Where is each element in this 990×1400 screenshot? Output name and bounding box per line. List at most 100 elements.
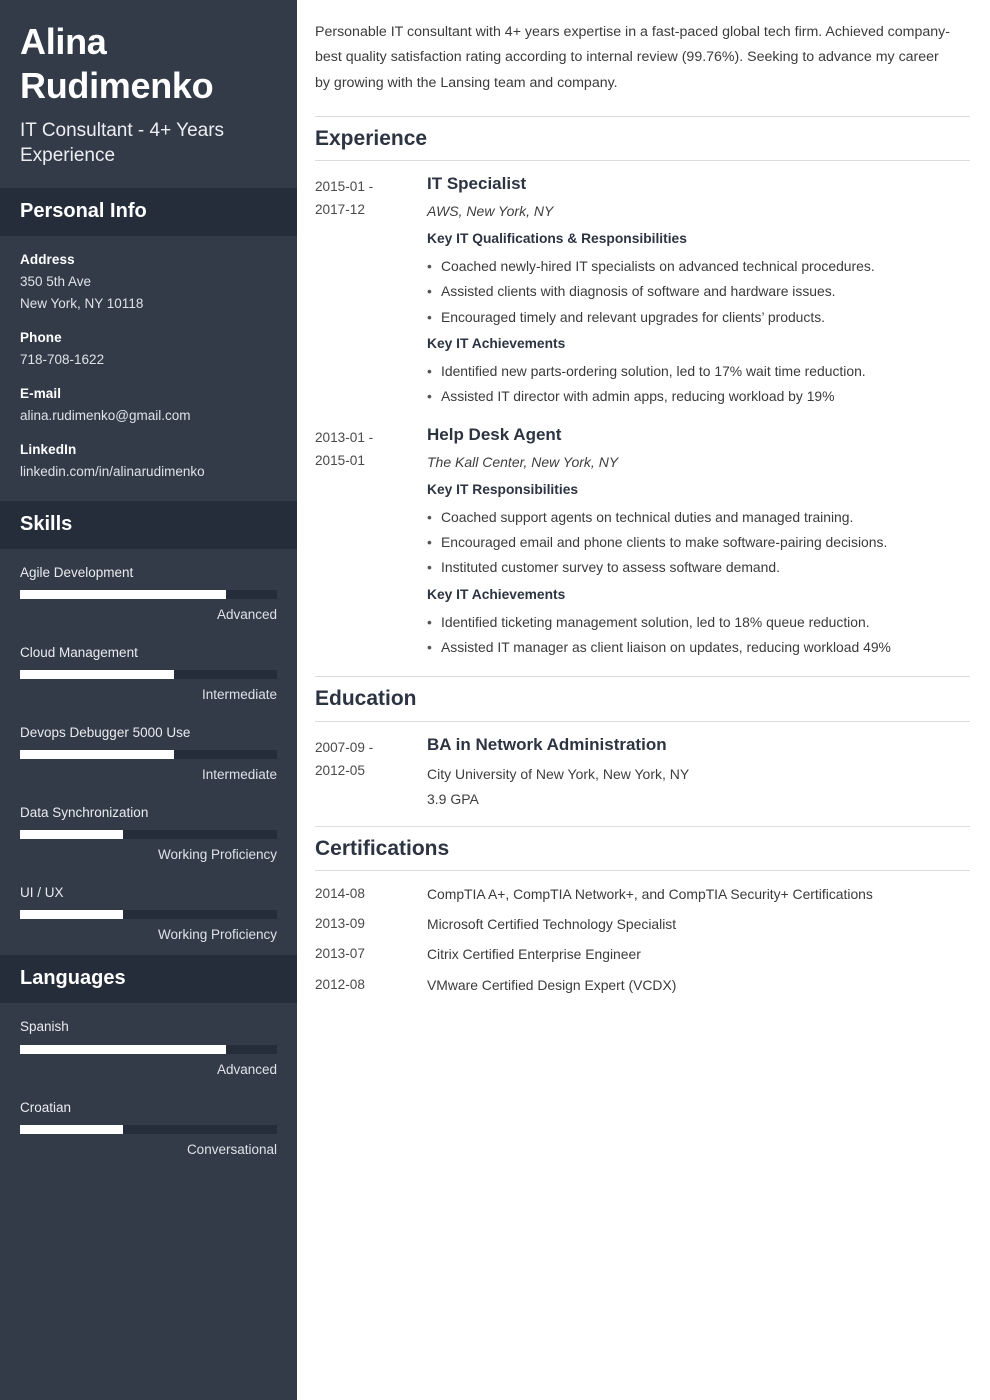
page-title: Alina Rudimenko: [20, 21, 214, 106]
meter-label: Devops Debugger 5000 Use: [20, 724, 191, 740]
certification-row: 2013-07 Citrix Certified Enterprise Engin…: [315, 943, 970, 965]
sub-heading: Key IT Achievements: [427, 586, 566, 602]
bullet-item: Identified ticketing management solution…: [427, 610, 970, 636]
meter-level: Advanced: [216, 606, 277, 622]
entry-body: BA in Network Administration City Univers…: [427, 734, 970, 812]
certification-name: Citrix Certified Enterprise Engineer: [427, 946, 641, 963]
certifications-list: 2014-08 CompTIA A+, CompTIA Network+, and…: [315, 883, 970, 996]
meter-fill: [20, 750, 175, 760]
entry-date-start: 2013-01 -: [315, 429, 374, 445]
certification-date: 2012-08: [315, 976, 365, 992]
info-group: Address 350 5th Ave New York, NY 10118: [20, 250, 277, 314]
employer-line: The Kall Center, New York, NY: [427, 453, 619, 470]
experience-entries: 2015-01 - 2017-12 IT Specialist AWS, New Yo…: [315, 173, 970, 662]
experience-entry: 2013-01 - 2015-01 Help Desk Agent The Kall …: [315, 424, 970, 663]
meter-track: [20, 1044, 277, 1054]
meter-fill: [20, 910, 123, 920]
certification-name: CompTIA A+, CompTIA Network+, and CompTI…: [427, 885, 873, 902]
job-title: IT Consultant - 4+ Years Experience: [20, 119, 225, 167]
sub-heading: Key IT Achievements: [427, 336, 566, 352]
meter-level: Working Proficiency: [157, 927, 277, 943]
main-content: Personable IT consultant with 4+ years e…: [297, 0, 990, 1400]
entry-date-end: 2012-05: [315, 763, 365, 779]
bullet-item: Assisted IT manager as client liaison on…: [427, 635, 970, 661]
skills-heading: Skills: [20, 512, 73, 535]
resume-page: Alina Rudimenko IT Consultant - 4+ Years…: [0, 0, 990, 1400]
languages-heading: Languages: [20, 967, 126, 990]
bullet-list: Coached support agents on technical duti…: [427, 505, 970, 582]
languages-header: Languages: [0, 955, 297, 1004]
bullet-list: Coached newly-hired IT specialists on ad…: [427, 254, 970, 331]
meter-item: Devops Debugger 5000 Use Intermediate: [20, 723, 277, 785]
entry-date-start: 2007-09 -: [315, 739, 374, 755]
degree-heading: BA in Network Administration: [427, 734, 667, 754]
meter-label: Spanish: [20, 1019, 69, 1035]
certification-date: 2013-07: [315, 946, 365, 962]
certifications-heading: Certifications: [315, 836, 450, 860]
meter-fill: [20, 830, 123, 840]
meter-item: Data Synchronization Working Proficiency: [20, 803, 277, 865]
bullet-item: Coached support agents on technical duti…: [427, 505, 970, 531]
experience-section: Experience 2015-01 - 2017-12 IT Specialist…: [315, 115, 970, 663]
certifications-section-header: Certifications: [315, 825, 970, 871]
education-heading: Education: [315, 687, 417, 711]
sub-heading: Key IT Responsibilities: [427, 481, 579, 497]
certification-row: 2014-08 CompTIA A+, CompTIA Network+, and…: [315, 883, 970, 905]
entry-dates: 2015-01 - 2017-12: [315, 173, 427, 412]
sidebar: Alina Rudimenko IT Consultant - 4+ Years…: [0, 0, 297, 1400]
gpa-line: 3.9 GPA: [427, 790, 479, 807]
employer-line: AWS, New York, NY: [427, 203, 554, 220]
meter-level: Working Proficiency: [157, 847, 277, 863]
info-value: New York, NY 10118: [20, 295, 144, 311]
bullet-list: Identified ticketing management solution…: [427, 610, 970, 661]
bullet-list: Identified new parts-ordering solution, …: [427, 359, 970, 410]
education-section-header: Education: [315, 676, 970, 722]
certifications-section: Certifications 2014-08 CompTIA A+, CompTI…: [315, 825, 970, 996]
certification-date: 2014-08: [315, 885, 365, 901]
sub-heading: Key IT Qualifications & Responsibilities: [427, 231, 687, 247]
meter-item: UI / UX Working Proficiency: [20, 883, 277, 945]
job-title-heading: IT Specialist: [427, 174, 527, 194]
bullet-item: Encouraged email and phone clients to ma…: [427, 530, 970, 556]
entry-body: Help Desk Agent The Kall Center, New York…: [427, 424, 970, 663]
meter-level: Advanced: [216, 1061, 277, 1077]
meter-fill: [20, 1044, 226, 1054]
entry-date-end: 2017-12: [315, 202, 365, 218]
info-group: E-mail alina.rudimenko@gmail.com: [20, 384, 277, 426]
experience-heading: Experience: [315, 126, 428, 150]
skills-header: Skills: [0, 500, 297, 549]
meter-item: Agile Development Advanced: [20, 563, 277, 625]
personal-info-heading: Personal Info: [20, 200, 147, 223]
meter-item: Cloud Management Intermediate: [20, 643, 277, 705]
meter-level: Intermediate: [201, 687, 277, 703]
languages-body: Spanish Advanced Croatian Conversational: [0, 1003, 297, 1169]
experience-entry: 2015-01 - 2017-12 IT Specialist AWS, New Yo…: [315, 173, 970, 412]
info-label: LinkedIn: [20, 442, 77, 458]
bullet-item: Encouraged timely and relevant upgrades …: [427, 305, 970, 331]
info-value: 718-708-1622: [20, 351, 105, 367]
school-line: City University of New York, New York, N…: [427, 765, 690, 782]
meter-label: Data Synchronization: [20, 805, 149, 821]
meter-track: [20, 750, 277, 760]
meter-track: [20, 670, 277, 680]
entry-dates: 2007-09 - 2012-05: [315, 734, 427, 812]
meter-level: Intermediate: [201, 767, 277, 783]
info-value: 350 5th Ave: [20, 274, 92, 290]
info-group: LinkedIn linkedin.com/in/alinarudimenko: [20, 440, 277, 482]
meter-label: Cloud Management: [20, 644, 138, 660]
meter-track: [20, 910, 277, 920]
skills-body: Agile Development Advanced Cloud Managemen…: [0, 549, 297, 956]
info-label: E-mail: [20, 386, 62, 402]
certification-name: VMware Certified Design Expert (VCDX): [427, 976, 677, 993]
job-title-heading: Help Desk Agent: [427, 424, 562, 444]
summary-paragraph: Personable IT consultant with 4+ years e…: [315, 24, 950, 91]
education-entry: 2007-09 - 2012-05 BA in Network Administra…: [315, 734, 970, 812]
meter-track: [20, 830, 277, 840]
meter-level: Conversational: [186, 1141, 277, 1157]
certification-row: 2013-09 Microsoft Certified Technology Sp…: [315, 913, 970, 935]
bullet-item: Assisted IT director with admin apps, re…: [427, 384, 970, 410]
meter-fill: [20, 589, 226, 599]
certification-name: Microsoft Certified Technology Specialis…: [427, 916, 677, 933]
info-label: Address: [20, 252, 75, 268]
name-block: Alina Rudimenko IT Consultant - 4+ Years…: [0, 0, 297, 188]
